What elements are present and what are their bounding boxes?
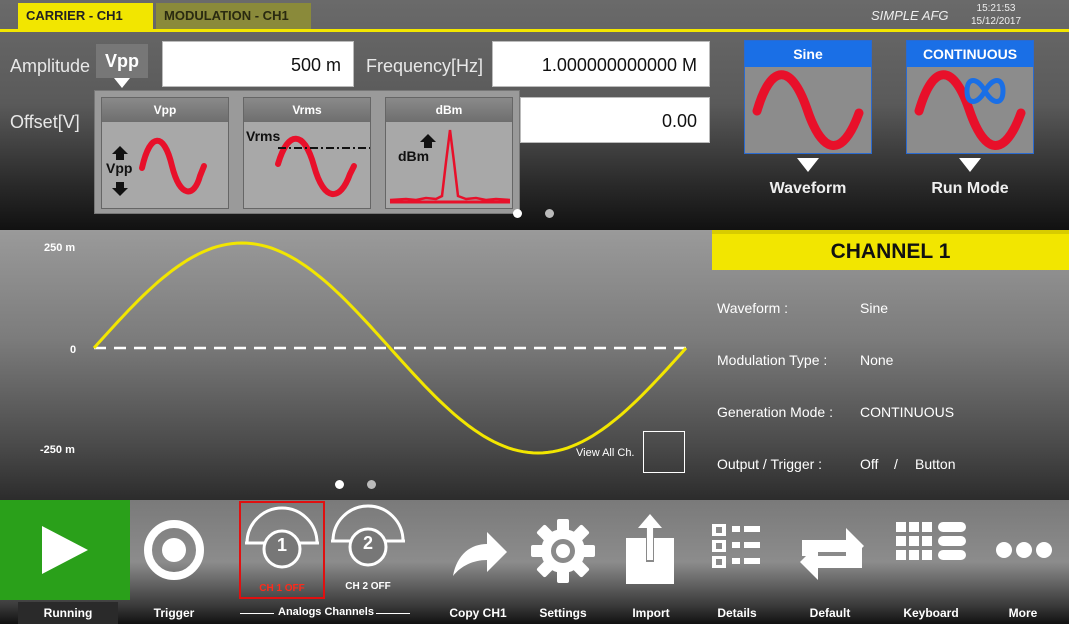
signal-preview-panel: 250 m 0 -250 m View All Ch. CHANNEL 1 Wa…	[0, 230, 1069, 500]
carrier-panel: CARRIER - CH1 MODULATION - CH1 SIMPLE AF…	[0, 0, 1069, 230]
offset-input[interactable]: 0.00	[520, 97, 710, 143]
unit-option-vpp-text: Vpp	[106, 160, 133, 176]
copy-arrow-icon[interactable]	[443, 518, 513, 588]
default-repeat-icon[interactable]	[792, 518, 872, 588]
plot-page-dot[interactable]	[367, 480, 376, 489]
info-waveform-label: Waveform :	[717, 300, 789, 316]
clock-time: 15:21:53	[976, 3, 1016, 14]
brand-label: SIMPLE AFG	[871, 8, 949, 23]
details-list-icon[interactable]	[704, 518, 774, 588]
page-dot[interactable]	[545, 209, 554, 218]
run-button[interactable]	[0, 500, 130, 600]
trigger-icon[interactable]	[140, 516, 210, 586]
unit-option-dbm[interactable]: dBm dBm	[385, 97, 513, 209]
page-dot-active[interactable]	[513, 209, 522, 218]
unit-option-vpp[interactable]: Vpp Vpp	[101, 97, 229, 209]
analog-channels-label: Analogs Channels	[278, 606, 374, 618]
play-icon	[42, 526, 88, 574]
dbm-spectrum-icon	[389, 129, 511, 204]
continuous-sine-icon	[914, 70, 1026, 150]
info-trigger-value: Button	[915, 456, 956, 472]
ch2-status: CH 2 OFF	[345, 581, 391, 592]
ch1-number: 1	[276, 535, 287, 555]
trigger-label: Trigger	[153, 606, 195, 620]
info-output-value: Off	[860, 456, 879, 472]
waveform-plot	[92, 241, 688, 455]
run-mode-button-title: CONTINUOUS	[907, 41, 1033, 67]
keyboard-grid-icon[interactable]	[892, 518, 972, 588]
waveform-arrow-icon	[797, 158, 819, 172]
settings-label: Settings	[539, 606, 587, 620]
amplitude-label: Amplitude	[10, 56, 91, 76]
bottom-toolbar: Running Trigger 1 CH 1 OFF 2 CH 2 OFF An…	[0, 500, 1069, 624]
sine-wave-icon	[752, 70, 864, 150]
frequency-label: Frequency[Hz]	[366, 56, 484, 76]
run-mode-button[interactable]: CONTINUOUS	[906, 40, 1034, 154]
unit-option-dbm-text: dBm	[398, 148, 430, 164]
import-icon[interactable]	[616, 512, 686, 588]
offset-label: Offset[V]	[10, 112, 80, 132]
default-label: Default	[809, 606, 851, 620]
channel-title-bar	[712, 230, 1069, 234]
analog-group-line-right	[376, 613, 410, 614]
channel-title: CHANNEL 1	[712, 230, 1069, 270]
tab-modulation[interactable]: MODULATION - CH1	[156, 3, 311, 29]
amplitude-input[interactable]: 500 m	[162, 41, 354, 87]
amplitude-unit-popup: Vpp Vpp Vrms Vrms dBm dBm	[94, 90, 520, 214]
view-all-channels-label: View All Ch.	[576, 447, 635, 459]
info-waveform-value: Sine	[860, 300, 889, 316]
info-modulation-label: Modulation Type :	[717, 352, 828, 368]
clock-date: 15/12/2017	[970, 16, 1022, 27]
view-all-channels-checkbox[interactable]	[643, 431, 685, 473]
info-output-separator: /	[894, 456, 898, 472]
unit-option-dbm-title: dBm	[386, 98, 512, 122]
details-label: Details	[717, 606, 757, 620]
clock: 15:21:53 15/12/2017	[965, 2, 1027, 28]
run-button-label: Running	[43, 606, 93, 620]
waveform-button-title: Sine	[745, 41, 871, 67]
ch1-button[interactable]: 1 CH 1 OFF	[239, 501, 325, 599]
info-modulation-value: None	[860, 352, 894, 368]
tab-underline	[0, 29, 1069, 32]
unit-option-vpp-title: Vpp	[102, 98, 228, 122]
tab-carrier[interactable]: CARRIER - CH1	[18, 3, 153, 29]
info-generation-label: Generation Mode :	[717, 404, 833, 420]
settings-gear-icon[interactable]	[528, 516, 598, 586]
unit-dropdown-arrow-icon	[114, 78, 130, 88]
waveform-caption: Waveform	[769, 180, 847, 197]
unit-option-vrms[interactable]: Vrms Vrms	[243, 97, 371, 209]
analog-group-line-left	[240, 613, 274, 614]
run-mode-caption: Run Mode	[931, 180, 1009, 197]
ch2-button[interactable]: 2 CH 2 OFF	[327, 501, 413, 599]
frequency-input[interactable]: 1.000000000000 M	[492, 41, 710, 87]
more-dots-icon[interactable]	[990, 516, 1060, 586]
import-label: Import	[632, 606, 670, 620]
unit-option-vrms-title: Vrms	[244, 98, 370, 122]
plot-page-dot-active[interactable]	[335, 480, 344, 489]
ch1-status: CH 1 OFF	[259, 583, 305, 594]
keyboard-label: Keyboard	[903, 606, 959, 620]
info-output-label: Output / Trigger :	[717, 456, 823, 472]
copy-label: Copy CH1	[449, 606, 507, 620]
more-label: More	[1008, 606, 1038, 620]
info-generation-value: CONTINUOUS	[860, 404, 955, 420]
amplitude-unit-select[interactable]: Vpp	[96, 44, 148, 78]
infinity-icon	[964, 78, 1006, 104]
unit-option-vrms-text: Vrms	[246, 128, 281, 144]
waveform-button[interactable]: Sine	[744, 40, 872, 154]
ch2-number: 2	[362, 533, 373, 553]
run-mode-arrow-icon	[959, 158, 981, 172]
